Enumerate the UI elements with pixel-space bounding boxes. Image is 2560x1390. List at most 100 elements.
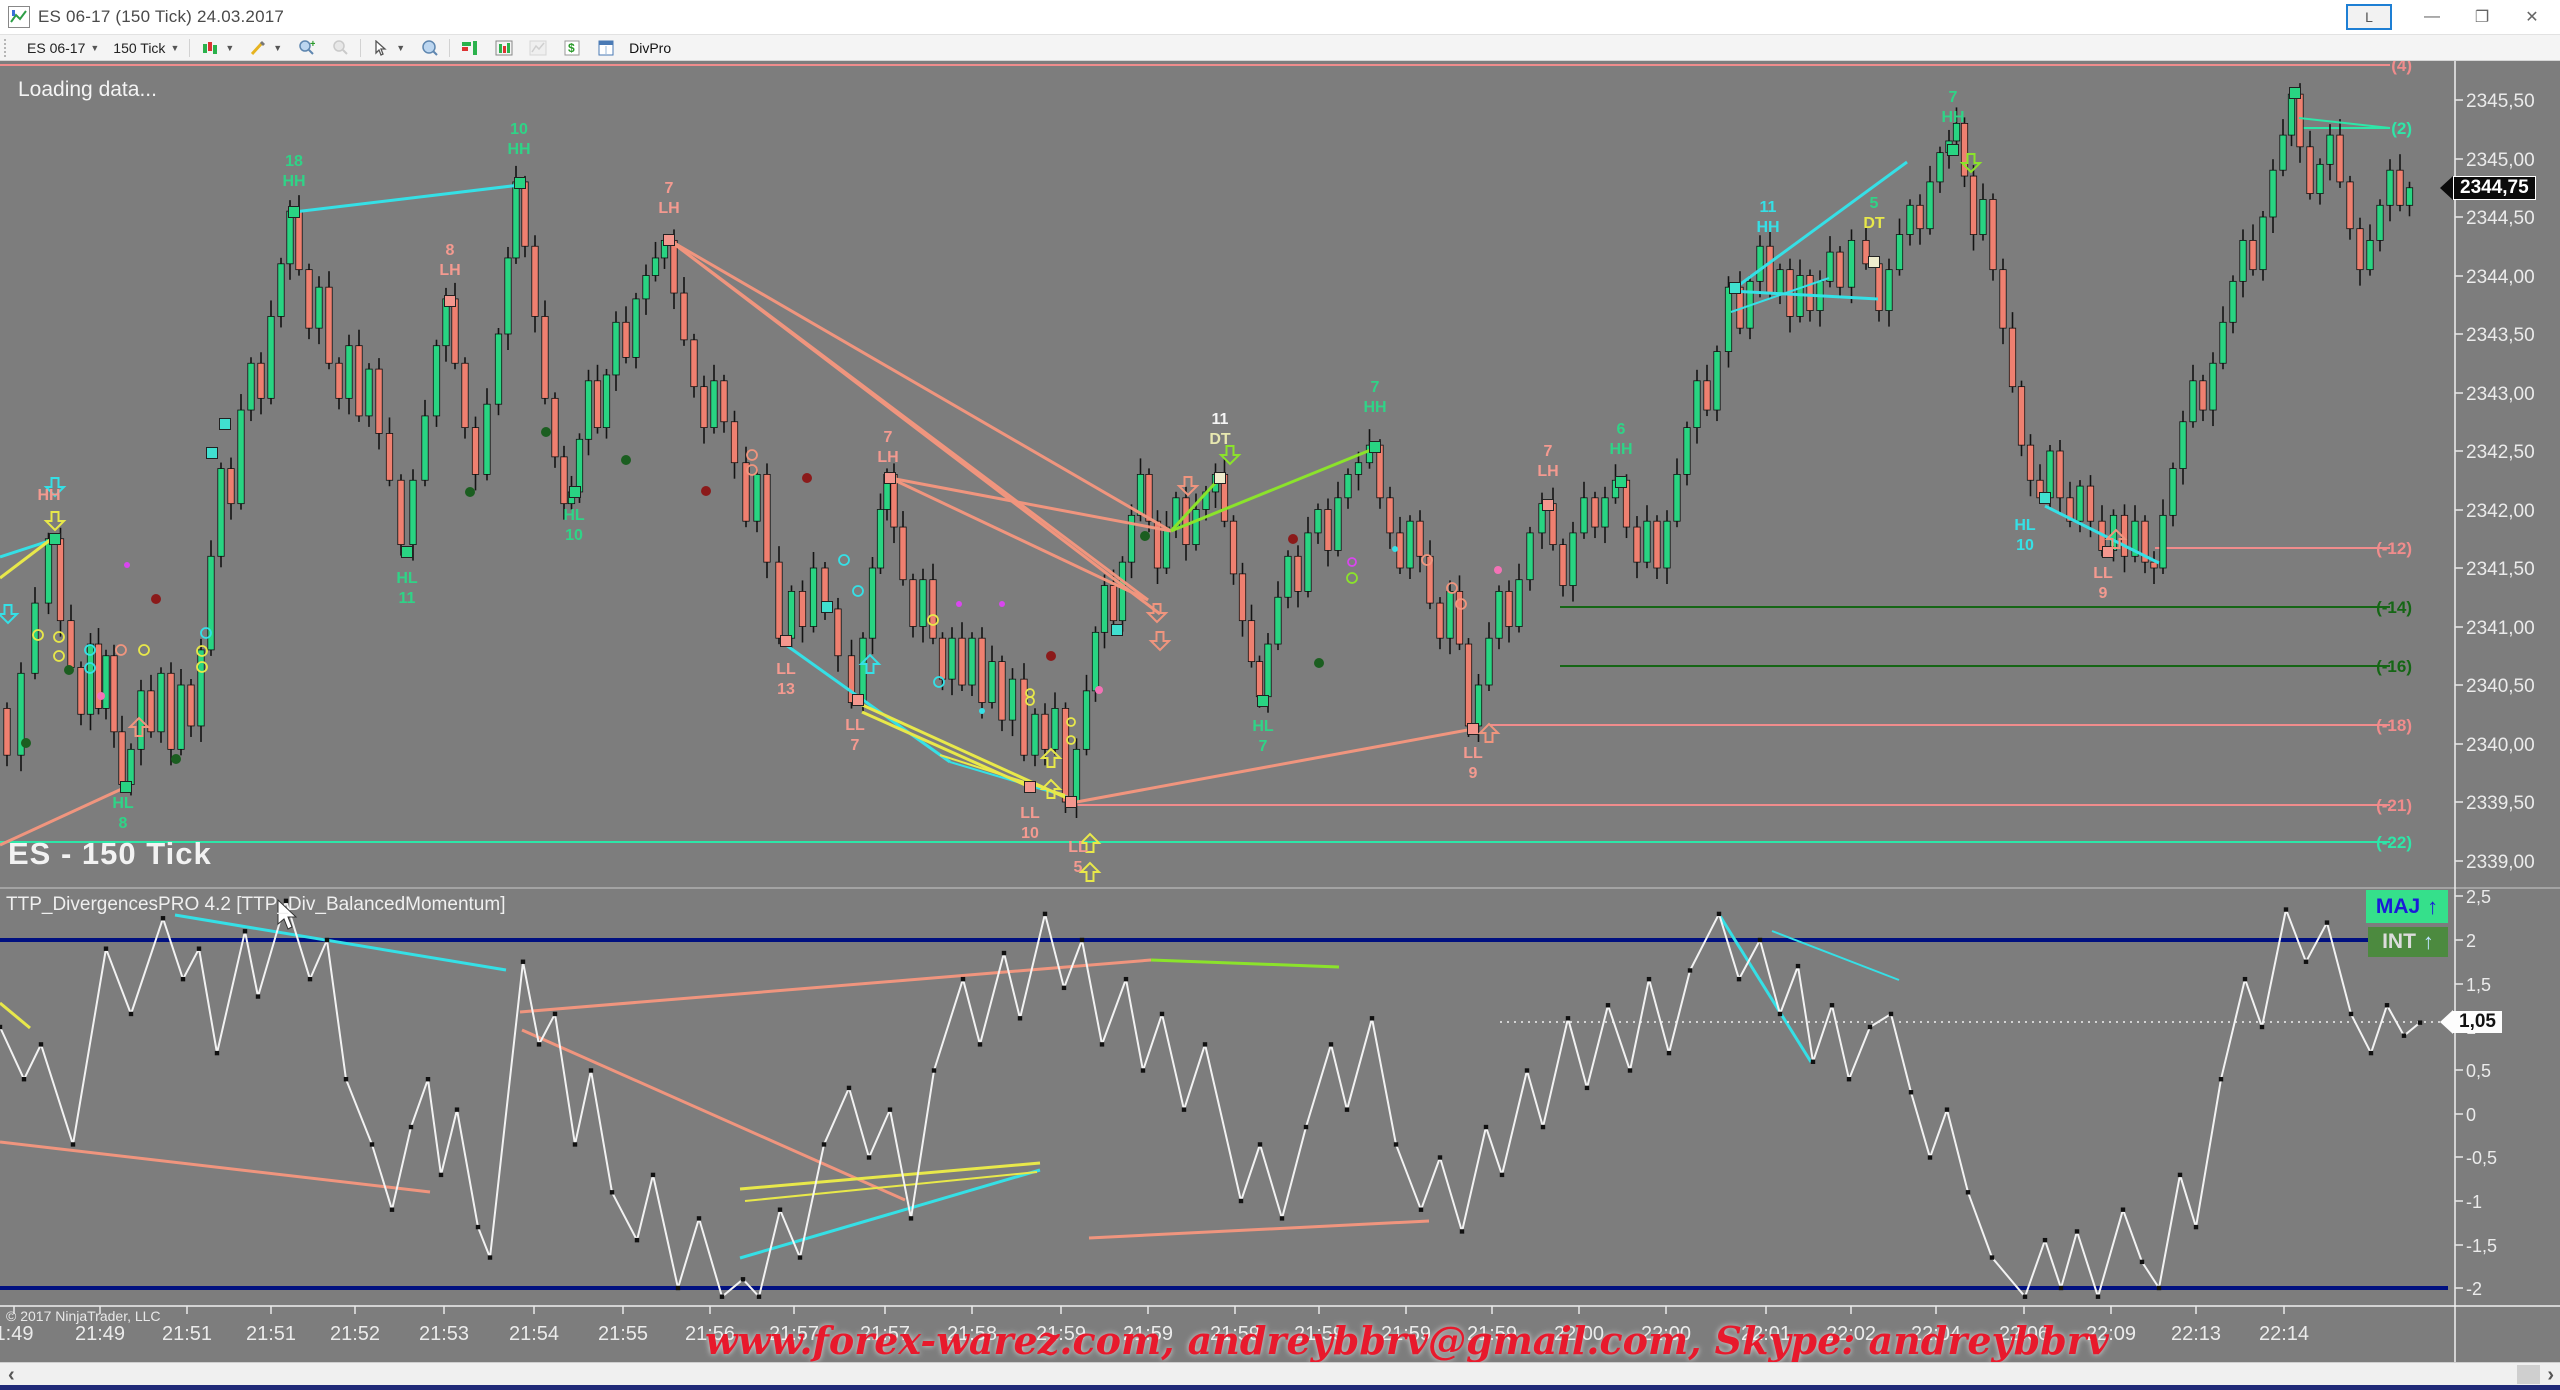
link-button[interactable]: L [2346, 4, 2392, 30]
scroll-right-icon[interactable]: › [2547, 1364, 2554, 1387]
last-osc-value: 1,05 [2453, 1011, 2502, 1033]
scroll-left-icon[interactable]: ‹ [8, 1364, 15, 1387]
level-label: (-18) [2376, 716, 2412, 735]
candle-body [788, 591, 794, 638]
candle-body [1917, 205, 1923, 228]
candle-body [495, 334, 501, 404]
indicator-label: TTP_DivergencesPRO 4.2 [TTP_Div_Balanced… [6, 894, 505, 916]
horizontal-scrollbar[interactable]: ‹ › [0, 1362, 2560, 1386]
candle-body [2210, 363, 2216, 410]
down-arrow-icon [1179, 477, 1197, 495]
oscillator-marker [2418, 1020, 2422, 1024]
candle-body [1837, 252, 1843, 287]
trend-line [2299, 118, 2390, 128]
minimize-button[interactable]: — [2410, 2, 2454, 32]
oscillator-marker [932, 1068, 936, 1072]
swing-square [1616, 477, 1627, 488]
drawing-tools-button[interactable]: ▼ [241, 37, 289, 59]
osc-overlay-line [1089, 1221, 1429, 1238]
indicators-button[interactable] [487, 37, 521, 59]
signal-dot [116, 645, 126, 655]
swing-label: 7LH [1537, 443, 1558, 480]
int-divergence-badge[interactable]: INT ↑ [2368, 927, 2448, 957]
scrollbar-thumb[interactable] [2517, 1365, 2540, 1384]
candle-body [410, 480, 416, 544]
oscillator-marker [1394, 1142, 1398, 1146]
oscillator-marker [161, 916, 165, 920]
data-box-button[interactable] [412, 37, 446, 59]
chart-style-button[interactable]: ▼ [193, 37, 241, 59]
report-button[interactable] [589, 37, 623, 59]
symbol-label: ES - 150 Tick [8, 836, 212, 872]
zoom-out-button[interactable] [323, 37, 357, 59]
candle-body [2018, 387, 2024, 446]
candle-body [1475, 685, 1481, 726]
account-performance-button[interactable]: $ [555, 37, 589, 59]
osc-tick-label: 1,5 [2466, 975, 2491, 995]
swing-square [664, 235, 675, 246]
signal-dot [1314, 658, 1324, 668]
oscillator-marker [2157, 1286, 2161, 1290]
candle-body [835, 609, 841, 656]
oscillator-marker [308, 977, 312, 981]
candle-body [900, 527, 906, 580]
candle-body [1315, 510, 1321, 533]
restore-button[interactable]: ❐ [2460, 2, 2504, 32]
instrument-selector[interactable]: ES 06-17▼ [20, 37, 106, 59]
swing-label: 10HH [507, 121, 530, 158]
chart-toolbar: ES 06-17▼ 150 Tick▼ ▼ ▼ + [0, 35, 2560, 61]
swing-square [1468, 724, 1479, 735]
chart-canvas[interactable]: (4)(2)(-12)(-14)(-16)(-18)(-21)(-22)18HH… [0, 0, 2560, 1390]
indicators-icon [494, 39, 514, 57]
time-tick-label: 21:51 [246, 1323, 296, 1345]
swing-square [121, 782, 132, 793]
candle-body [1417, 521, 1423, 556]
divpro-menu[interactable]: DivPro [623, 40, 671, 56]
candle-body [1437, 603, 1443, 638]
osc-tick-label: -0,5 [2466, 1148, 2497, 1168]
oscillator-marker [1203, 1042, 1207, 1046]
axes: 2345,502345,002344,502344,002343,502343,… [0, 60, 2560, 1362]
candle-body [542, 316, 548, 398]
oscillator-marker [197, 947, 201, 951]
cursor-tool-button[interactable]: ▼ [364, 37, 412, 59]
signal-dot [621, 455, 631, 465]
close-button[interactable]: ✕ [2510, 2, 2554, 32]
chart-trader-button[interactable] [453, 37, 487, 59]
oscillator-marker [573, 1142, 577, 1146]
trend-line [858, 703, 1071, 800]
candle-body [278, 264, 284, 317]
candle-body [296, 211, 302, 270]
maj-divergence-badge[interactable]: MAJ ↑ [2366, 890, 2448, 923]
oscillator-marker [1847, 1077, 1851, 1081]
candle-body [959, 638, 965, 685]
oscillator-marker [409, 1125, 413, 1129]
candle-body [484, 404, 490, 474]
candle-body [1387, 498, 1393, 533]
candle-body [1052, 708, 1058, 749]
candle-body [979, 638, 985, 702]
candle-body [2047, 451, 2053, 498]
candle-body [2397, 170, 2403, 205]
dollar-icon: $ [562, 39, 582, 57]
divergence-trend-lines [0, 118, 2390, 845]
interval-selector[interactable]: 150 Tick▼ [106, 37, 186, 59]
candle-body [1777, 270, 1783, 293]
oscillator-marker [909, 1216, 913, 1220]
line-chart-button[interactable] [521, 37, 555, 59]
candle-body [576, 439, 582, 492]
signal-dot [541, 427, 551, 437]
candle-body [1275, 597, 1281, 644]
oscillator-marker [2369, 1051, 2373, 1055]
candle-body [701, 387, 707, 428]
toolbar-grip[interactable] [4, 39, 16, 57]
instrument-label: ES 06-17 [27, 40, 85, 56]
oscillator-marker [1100, 1042, 1104, 1046]
candle-body [721, 381, 727, 422]
candle-body [2009, 328, 2015, 387]
swing-square [1543, 500, 1554, 511]
oscillator-marker [1304, 1125, 1308, 1129]
zoom-in-button[interactable]: + [289, 37, 323, 59]
candle-body [1146, 474, 1152, 521]
candle-body [1163, 527, 1169, 568]
